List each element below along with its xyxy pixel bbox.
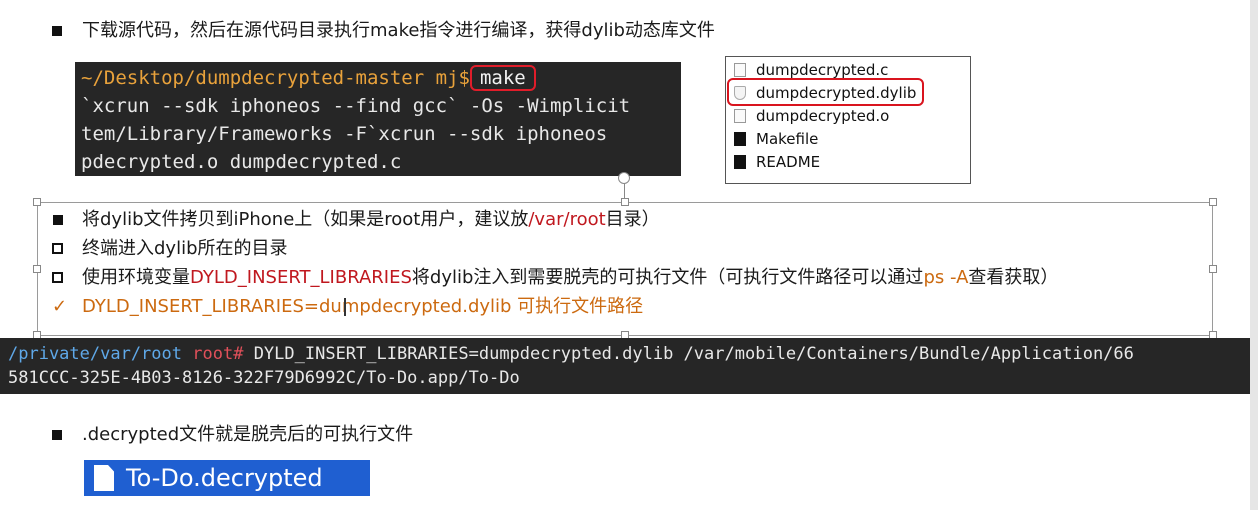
terminal-output-line: `xcrun --sdk iphoneos --find gcc` -Os -W… [81,95,631,117]
file-name: dumpdecrypted.o [756,107,890,125]
slide: 下载源代码，然后在源代码目录执行make指令进行编译，获得dylib动态库文件 … [0,0,1250,510]
terminal-inject: /private/var/root root# DYLD_INSERT_LIBR… [0,338,1250,394]
exec-file-icon [734,132,746,146]
text-run: DYLD_INSERT_LIBRARIES= [82,296,319,317]
file-name: README [756,153,821,171]
document-icon [94,465,114,491]
make-command-highlight: make [469,65,536,91]
window-edge [1250,0,1258,510]
terminal-make: ~/Desktop/dumpdecrypted-master mj$ make `… [75,62,681,176]
file-name: Makefile [756,130,819,148]
file-item[interactable]: README [734,153,820,171]
file-item[interactable]: dumpdecrypted.c [734,61,888,79]
text-run: 将dylib文件拷贝到iPhone上（如果是root用户，建议放 [82,209,529,230]
bullet-square [53,215,63,225]
bullet-decrypted-file: .decrypted文件就是脱壳后的可执行文件 [82,424,414,445]
file-item[interactable]: dumpdecrypted.o [734,107,889,125]
var-root-path: /var/root [528,209,606,230]
terminal-prompt-line: /private/var/root root# DYLD_INSERT_LIBR… [8,342,1242,366]
exec-file-icon [734,155,746,169]
prompt-user: mj$ [435,67,470,89]
terminal-command: DYLD_INSERT_LIBRARIES=dumpdecrypted.dyli… [253,344,1134,364]
prompt-user: root# [192,344,244,364]
decrypted-file-chip[interactable]: To-Do.decrypted [84,460,370,496]
finder-file-list: dumpdecrypted.c dumpdecrypted.dylib dump… [725,56,971,184]
prompt-path: /private/var/root [8,344,182,364]
text-run: 将dylib注入到需要脱壳的可执行文件（可执行文件路径可以通过 [411,267,924,288]
bullet-enter-dir: 终端进入dylib所在的目录 [82,238,288,259]
file-name: dumpdecrypted.c [756,61,889,79]
file-item[interactable]: Makefile [734,130,818,148]
terminal-output-line: pdecrypted.o dumpdecrypted.c [81,151,402,173]
terminal-prompt-line: ~/Desktop/dumpdecrypted-master mj$ make [81,64,675,92]
bullet-copy-dylib: 将dylib文件拷贝到iPhone上（如果是root用户，建议放/var/roo… [82,209,660,231]
rotate-handle[interactable] [618,172,630,184]
prompt-path: ~/Desktop/dumpdecrypted-master [81,67,425,89]
text-cursor [344,298,346,316]
resize-handle-tr[interactable] [1209,198,1217,206]
decrypted-file-name: To-Do.decrypted [126,464,323,492]
resize-handle-mr[interactable] [1209,265,1217,273]
c-source-icon [734,63,746,77]
bullet-square [52,430,62,440]
ps-command: ps -A [923,267,969,288]
text-run: 目录） [605,209,660,230]
terminal-output-line: 581CCC-325E-4B03-8126-322F79D6992C/To-Do… [8,368,520,388]
env-var-name: DYLD_INSERT_LIBRARIES [190,267,412,288]
terminal-output-line: tem/Library/Frameworks -F`xcrun --sdk ip… [81,123,608,145]
bullet-hollow-square [52,243,63,254]
bullet-download-compile: 下载源代码，然后在源代码目录执行make指令进行编译，获得dylib动态库文件 [82,20,715,41]
resize-handle-ml[interactable] [33,265,41,273]
bullet-command-format: DYLD_INSERT_LIBRARIES=dumpdecrypted.dyli… [82,296,643,318]
resize-handle-tc[interactable] [621,198,629,206]
resize-handle-tl[interactable] [33,198,41,206]
checkmark-icon: ✓ [52,296,68,317]
dylib-highlight-box [727,78,924,106]
text-run: 查看获取） [968,267,1059,288]
bullet-hollow-square [52,272,63,283]
bullet-square [52,26,62,36]
object-file-icon [734,109,746,123]
text-run: dumpdecrypted.dylib 可执行文件路径 [319,296,644,317]
text-run: 使用环境变量 [82,267,190,288]
bullet-env-inject: 使用环境变量DYLD_INSERT_LIBRARIES将dylib注入到需要脱壳… [82,267,1058,289]
